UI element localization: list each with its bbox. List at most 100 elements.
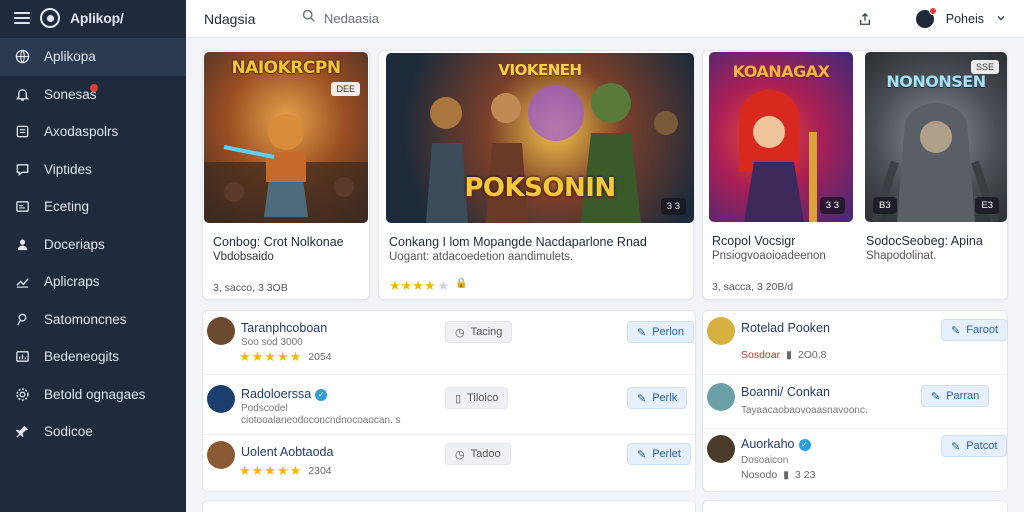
card-subtitle: Vbdobsaido: [213, 251, 274, 263]
chevron-down-icon[interactable]: [996, 10, 1006, 28]
game-thumbnail: VIOKENEH POKSONIN 3 3: [386, 53, 694, 223]
sidebar-item-4[interactable]: Eceting: [0, 188, 186, 226]
search-bar[interactable]: [302, 6, 632, 32]
item-subtitle: Tayaacaobaovoaasnavoonc.: [741, 405, 868, 416]
share-icon: [859, 12, 870, 25]
app-logo-icon: [40, 8, 60, 28]
action-button[interactable]: ◷ Tadoo: [445, 443, 511, 465]
sidebar-item-label: Sodicoe: [44, 424, 93, 440]
featured-card[interactable]: NAIOKRCPN DEE Conbog: Crot Nolkonae Vbdo…: [202, 50, 370, 300]
rating-stars: ★★★★ ★ 🔒: [389, 278, 468, 293]
item-subtitle: Sosdoar: [741, 349, 781, 361]
list-item[interactable]: Boanni/ Conkan Tayaacaobaovoaasnavoonc. …: [703, 375, 1007, 429]
item-meta: Nosodo ▮ 3 23: [741, 469, 815, 481]
sidebar-item-8[interactable]: Bedeneogits: [0, 338, 186, 376]
sidebar-item-5[interactable]: Doceriaps: [0, 226, 186, 264]
action-button[interactable]: ✎ Perlet: [627, 443, 691, 465]
sidebar: Aplikop/ Aplikopa Sonesas Axodaspolrs Vi…: [0, 0, 186, 512]
lock-icon: 🔒: [455, 278, 468, 289]
edit-icon: ✎: [637, 326, 647, 339]
avatar: [707, 435, 735, 463]
action-button[interactable]: ✎ Perlk: [627, 387, 688, 409]
game-art-title: POKSONIN: [464, 173, 616, 203]
item-meta: ★★★★★ 2054: [239, 349, 332, 365]
sidebar-item-2[interactable]: Axodaspolrs: [0, 113, 186, 151]
action-button[interactable]: ✎ Faroot: [941, 319, 1009, 341]
chat-icon: [14, 161, 30, 177]
sidebar-item-9[interactable]: Betold ognagaes: [0, 376, 186, 414]
item-description: ciotooalaneodoconcndnocoaocan. s: [241, 415, 401, 426]
card-title: Rcopol Vocsigr: [712, 234, 796, 248]
item-name: Boanni/ Conkan: [741, 385, 830, 399]
item-meta: ★★★★★ 2304: [239, 463, 332, 479]
game-tag: SSE: [970, 60, 999, 74]
game-list-left: Taranphcoboan Soo sod 3000 ★★★★★ 2054 ◷ Ta…: [202, 310, 696, 492]
edit-icon: ✎: [637, 392, 647, 405]
list-item[interactable]: Uolent Aobtaoda ★★★★★ 2304 ◷ Tadoo ✎ Perlet: [203, 435, 695, 491]
list-item[interactable]: Radoloerssa ✓ Podscodel ciotooalaneodocon…: [203, 375, 695, 435]
card-title: SodocSeobeg: Apina: [866, 234, 983, 248]
hamburger-menu-icon[interactable]: [14, 12, 30, 24]
action-button[interactable]: ◷ Tacing: [445, 321, 513, 343]
globe-icon: [14, 49, 30, 65]
share-button[interactable]: [852, 6, 878, 32]
avatar: [207, 317, 235, 345]
page-title: Ndagsia: [204, 10, 256, 27]
item-subtitle: Soo sod 3000: [241, 337, 303, 348]
card-meta: 3, sacco, 3 3OB: [213, 282, 288, 294]
edit-icon: ✎: [951, 324, 961, 337]
list-item[interactable]: Auorkaho ✓ Dosoaicon Nosodo ▮ 3 23 ✎ Patcot: [703, 429, 1008, 491]
game-art-title: NONONSEN: [886, 72, 986, 91]
sidebar-item-0[interactable]: Aplikopa: [0, 38, 186, 76]
action-label: Tacing: [470, 326, 503, 338]
edit-icon: ✎: [931, 390, 941, 403]
sidebar-item-label: Satomoncnes: [44, 311, 127, 327]
item-count: 3 23: [794, 469, 816, 481]
action-label: Perlk: [652, 392, 678, 404]
card-subtitle: Uogant: atdacoedetion aandimulets.: [389, 251, 574, 263]
action-label: Parran: [946, 390, 980, 402]
card-meta: 3, sacca, 3 20B/d: [712, 281, 794, 293]
avatar: [207, 385, 235, 413]
sidebar-item-6[interactable]: Aplicraps: [0, 263, 186, 301]
action-button[interactable]: ▯ Tiloico: [445, 387, 509, 409]
item-count: 2054: [308, 351, 332, 363]
list-item[interactable]: Taranphcoboan Soo sod 3000 ★★★★★ 2054 ◷ Ta…: [203, 311, 695, 375]
stat-icon: ▮: [783, 469, 789, 481]
avatar: [707, 383, 735, 411]
action-button[interactable]: ✎ Parran: [921, 385, 990, 407]
game-list-left-next: [202, 500, 696, 512]
media-count: E3: [975, 197, 999, 214]
action-button[interactable]: ✎ Perlon: [627, 321, 695, 343]
game-list-right-next: [702, 500, 1008, 512]
action-button[interactable]: ✎ Patcot: [941, 435, 1008, 457]
card-title: Conkang I lom Mopangde Nacdaparlone Rnad: [389, 235, 647, 249]
sidebar-item-label: Betold ognagaes: [44, 386, 146, 402]
card-subtitle: Shapodolinat.: [866, 250, 937, 262]
info-icon: ▯: [455, 392, 462, 405]
trend-icon: [14, 274, 30, 290]
pin-icon: [14, 424, 30, 440]
featured-card[interactable]: VIOKENEH POKSONIN 3 3 Conkang I lom Mopa…: [378, 50, 694, 300]
game-thumbnail[interactable]: NONONSEN SSE B3 E3: [865, 52, 1007, 222]
search-input[interactable]: [324, 11, 604, 26]
card-subtitle: Pnsiogvoaoioadeenon: [712, 250, 826, 262]
item-name: Uolent Aobtaoda: [241, 445, 334, 459]
list-item[interactable]: Rotelad Pooken Sosdoar ▮ 2O0.8 ✎ Faroot: [703, 311, 1009, 375]
sidebar-item-10[interactable]: Sodicoe: [0, 413, 186, 451]
sidebar-item-1[interactable]: Sonesas: [0, 76, 186, 114]
action-label: Tadoo: [470, 448, 501, 460]
item-extra: Nosodo: [741, 469, 778, 481]
clock-icon: ◷: [455, 326, 465, 339]
user-name[interactable]: Poheis: [946, 12, 984, 26]
action-label: Perlet: [652, 448, 681, 460]
sidebar-item-3[interactable]: Viptides: [0, 151, 186, 189]
action-label: Perlon: [652, 326, 685, 338]
game-thumbnail[interactable]: KOANAGAX 3 3: [709, 52, 853, 222]
user-avatar[interactable]: [915, 7, 937, 28]
sidebar-item-7[interactable]: Satomoncnes: [0, 301, 186, 339]
topbar-actions: Poheis: [852, 0, 1006, 38]
item-name: Auorkaho ✓: [741, 437, 811, 451]
edit-icon: ✎: [951, 440, 961, 453]
app-name: Aplikop/: [70, 10, 124, 26]
